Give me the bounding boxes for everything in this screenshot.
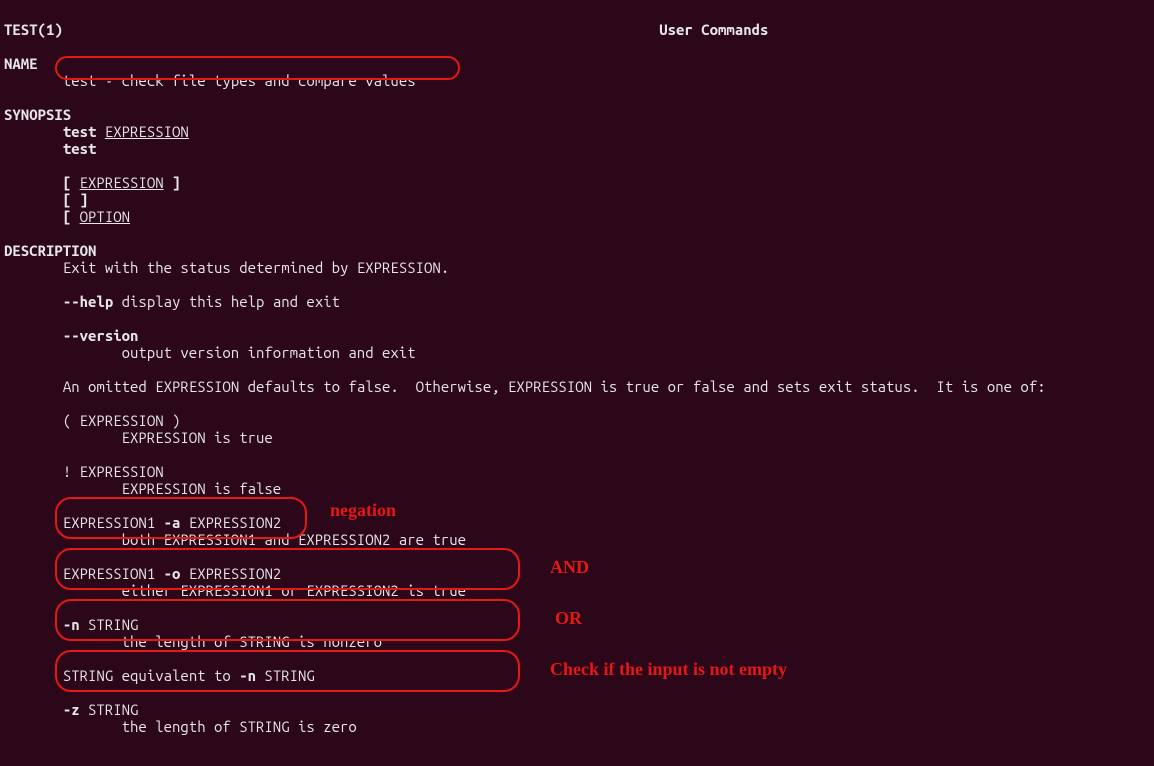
syn-bracket-empty: [ ] <box>63 191 88 208</box>
syn-option: OPTION <box>80 208 130 225</box>
syn-bracket-close-1: ] <box>164 174 181 191</box>
help-text: display this help and exit <box>113 293 340 310</box>
and-flag: -a <box>164 514 181 531</box>
paren-expr-desc: EXPRESSION is true <box>122 429 273 446</box>
annot-negation: negation <box>330 502 396 519</box>
z-string: STRING <box>80 701 139 718</box>
equiv-c: STRING <box>256 667 315 684</box>
syn-expression-2: EXPRESSION <box>80 174 164 191</box>
manpage-terminal: TEST(1) User Commands NAME test - check … <box>0 0 1154 739</box>
n-flag: -n <box>63 616 80 633</box>
section-synopsis: SYNOPSIS <box>4 106 71 123</box>
equiv-b: -n <box>239 667 256 684</box>
or-flag: -o <box>164 565 181 582</box>
name-line: test - check file types and compare valu… <box>63 72 416 89</box>
desc-omitted: An omitted EXPRESSION defaults to false.… <box>63 378 1046 395</box>
annot-nonempty: Check if the input is not empty <box>550 661 787 678</box>
header-center: User Commands <box>659 21 768 38</box>
paren-expr-head: ( EXPRESSION ) <box>63 412 181 429</box>
or-expr-head-a: EXPRESSION1 <box>63 565 164 582</box>
and-expr-head-b: EXPRESSION2 <box>180 514 281 531</box>
desc-intro: Exit with the status determined by EXPRE… <box>63 259 449 276</box>
equiv-a: STRING equivalent to <box>63 667 239 684</box>
syn-expression-1: EXPRESSION <box>105 123 189 140</box>
and-expr-head-a: EXPRESSION1 <box>63 514 164 531</box>
annot-or: OR <box>555 610 582 627</box>
syn-test-2: test <box>63 140 97 157</box>
n-desc: the length of STRING is nonzero <box>122 633 382 650</box>
z-flag: -z <box>63 701 80 718</box>
z-desc: the length of STRING is zero <box>122 718 357 735</box>
neg-expr-head: ! EXPRESSION <box>63 463 164 480</box>
section-name: NAME <box>4 55 38 72</box>
syn-bracket-open-1: [ <box>63 174 80 191</box>
n-string: STRING <box>80 616 139 633</box>
version-text: output version information and exit <box>122 344 416 361</box>
help-flag: --help <box>63 293 113 310</box>
header-left: TEST(1) <box>4 21 63 38</box>
or-expr-desc: either EXPRESSION1 or EXPRESSION2 is tru… <box>122 582 466 599</box>
annot-and: AND <box>550 559 589 576</box>
section-description: DESCRIPTION <box>4 242 96 259</box>
syn-test-1: test <box>63 123 97 140</box>
and-expr-desc: both EXPRESSION1 and EXPRESSION2 are tru… <box>122 531 466 548</box>
or-expr-head-b: EXPRESSION2 <box>180 565 281 582</box>
neg-expr-desc: EXPRESSION is false <box>122 480 282 497</box>
version-flag: --version <box>63 327 139 344</box>
syn-bracket-open-2: [ <box>63 208 80 225</box>
